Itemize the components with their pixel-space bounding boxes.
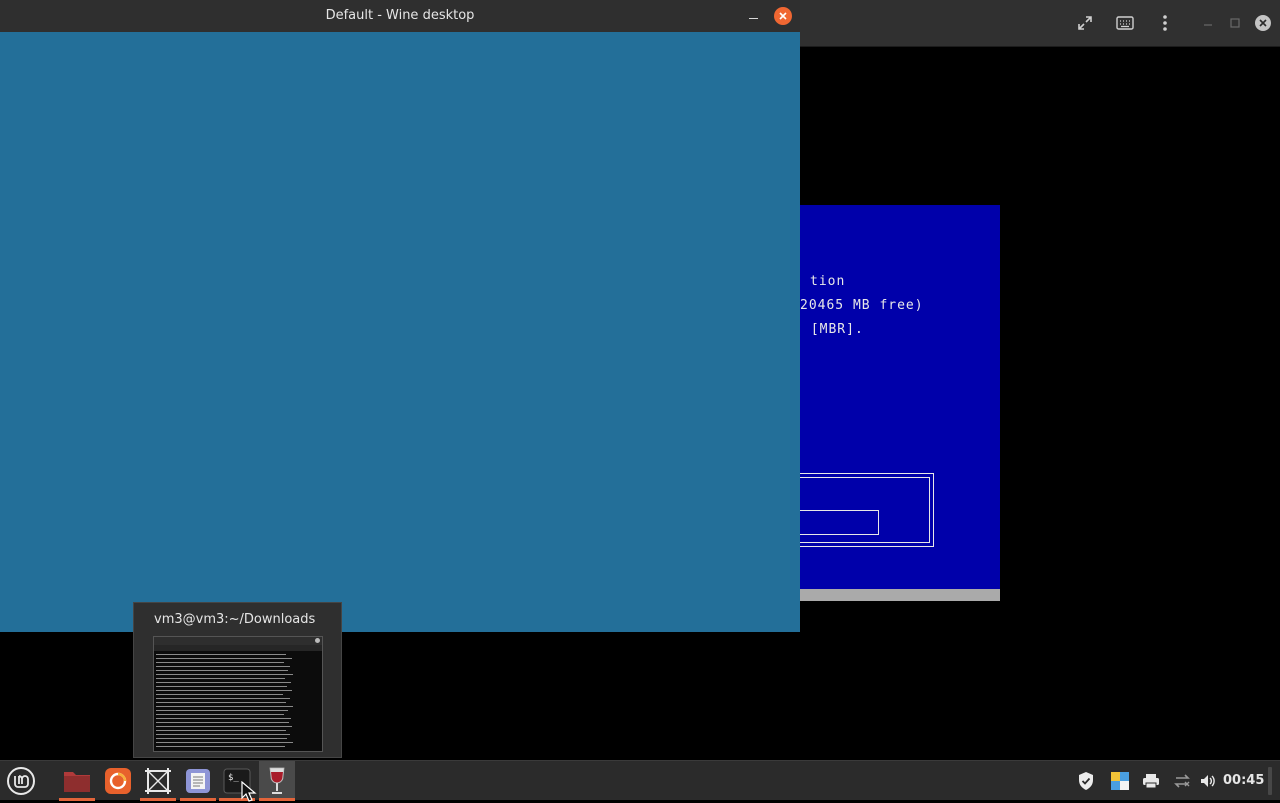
fullscreen-button[interactable] bbox=[1070, 8, 1100, 38]
text-editor-icon bbox=[186, 769, 210, 793]
wine-titlebar[interactable]: Default - Wine desktop bbox=[0, 0, 800, 32]
taskbar-screenshot[interactable] bbox=[140, 761, 176, 801]
close-icon bbox=[779, 12, 787, 20]
vm-maximize-button[interactable] bbox=[1220, 8, 1250, 38]
minimize-icon bbox=[749, 18, 758, 19]
maximize-icon bbox=[1230, 18, 1240, 28]
tray-volume[interactable] bbox=[1198, 770, 1218, 792]
wine-desktop-window[interactable]: Default - Wine desktop bbox=[0, 0, 800, 632]
window-title: Default - Wine desktop bbox=[325, 8, 475, 23]
wine-close-button[interactable] bbox=[774, 7, 792, 25]
vm-menu-button[interactable] bbox=[1150, 8, 1180, 38]
taskbar-text-editor[interactable] bbox=[180, 761, 216, 801]
clock[interactable]: 00:45 bbox=[1223, 761, 1264, 801]
color-palette-icon bbox=[1111, 772, 1129, 790]
tray-printers[interactable] bbox=[1141, 770, 1161, 792]
menu-button[interactable] bbox=[3, 761, 39, 801]
printer-icon bbox=[1143, 774, 1159, 789]
menu-icon bbox=[1163, 15, 1167, 31]
tray-color-applet[interactable] bbox=[1109, 770, 1131, 792]
files-icon bbox=[64, 772, 90, 792]
fullscreen-icon bbox=[1078, 16, 1092, 30]
taskbar-files[interactable] bbox=[59, 761, 95, 801]
taskbar-firefox[interactable] bbox=[100, 761, 136, 801]
console-line: 20465 MB free) bbox=[800, 298, 924, 313]
mint-menu-icon bbox=[7, 767, 35, 795]
wine-icon bbox=[269, 767, 285, 794]
tray-update-manager[interactable] bbox=[1076, 770, 1096, 792]
send-keys-button[interactable] bbox=[1110, 8, 1140, 38]
vm-minimize-button[interactable] bbox=[1193, 8, 1223, 38]
vm-console-screen[interactable]: tion 20465 MB free) [MBR]. bbox=[800, 205, 1000, 601]
taskbar-wine[interactable] bbox=[259, 761, 295, 801]
show-desktop-button[interactable] bbox=[1268, 767, 1272, 795]
shield-icon bbox=[1079, 772, 1093, 790]
vm-close-button[interactable] bbox=[1255, 15, 1271, 31]
window-preview-popup[interactable]: vm3@vm3:~/Downloads bbox=[133, 602, 342, 758]
firefox-icon bbox=[105, 768, 131, 794]
volume-icon bbox=[1201, 775, 1215, 787]
console-line: [MBR]. bbox=[802, 322, 864, 337]
network-icon bbox=[1174, 774, 1190, 788]
console-input-field[interactable] bbox=[800, 510, 879, 535]
console-line: tion bbox=[810, 274, 846, 289]
keyboard-icon bbox=[1116, 16, 1134, 30]
tray-network[interactable] bbox=[1172, 770, 1192, 792]
terminal-thumbnail[interactable] bbox=[153, 636, 323, 752]
svg-text:$_: $_ bbox=[228, 773, 239, 783]
console-status-bar bbox=[800, 589, 1000, 601]
taskbar: $_ 00:45 bbox=[0, 760, 1280, 801]
minimize-icon bbox=[1204, 24, 1212, 26]
wine-minimize-button[interactable] bbox=[745, 8, 763, 24]
preview-title: vm3@vm3:~/Downloads bbox=[154, 612, 316, 627]
screenshot-icon bbox=[145, 768, 171, 794]
close-icon bbox=[1259, 19, 1267, 27]
